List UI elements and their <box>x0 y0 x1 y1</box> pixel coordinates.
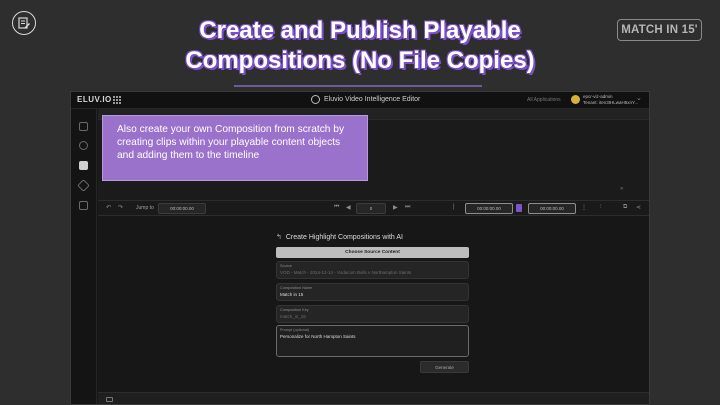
mark-in-icon[interactable] <box>516 204 522 212</box>
app-logo-icon <box>311 95 320 104</box>
composition-key-value: match_in_15 <box>280 314 306 319</box>
timecode-out-input[interactable]: 00:00:00.00 <box>528 203 576 214</box>
title-underline <box>234 85 482 87</box>
app-grid-icon[interactable] <box>113 96 121 104</box>
slide-title: Create and Publish Playable Compositions… <box>0 16 720 76</box>
open-external-icon[interactable]: ⧉ <box>623 204 627 211</box>
jump-to-label: Jump to <box>136 205 154 211</box>
avatar[interactable] <box>571 95 580 104</box>
expand-icon[interactable]: » <box>620 186 623 192</box>
all-applications-link[interactable]: All Applications <box>527 97 561 103</box>
generate-button[interactable]: Generate <box>420 361 469 373</box>
app-title-group: Eluvio Video Intelligence Editor <box>311 95 420 104</box>
timeline-toolbar: ↶ ↷ Jump to 00:00:00.00 ⏮ ◀ 0 ▶ ⏭ | 00:0… <box>98 200 649 216</box>
skip-back-icon[interactable]: ⏮ <box>334 204 339 211</box>
compose-icon[interactable] <box>79 161 88 170</box>
prompt-value: Personalize for North Hampton Saints <box>280 334 356 339</box>
callout-box: Also create your own Composition from sc… <box>102 115 368 181</box>
slide-title-line-2: Compositions (No File Copies) <box>185 47 535 74</box>
archive-icon[interactable] <box>79 201 88 210</box>
bottom-bar <box>98 392 649 404</box>
divider-icon: | <box>453 204 455 210</box>
back-arrow-icon[interactable]: ↰ <box>276 233 282 241</box>
keyboard-icon[interactable] <box>106 397 113 402</box>
dialog-header: ↰ Create Highlight Compositions with AI <box>276 233 403 242</box>
redo-icon[interactable]: ↷ <box>118 204 123 211</box>
dialog-title: Create Highlight Compositions with AI <box>285 233 403 241</box>
brand-logo[interactable]: ELUV.IO <box>77 95 112 104</box>
tag-icon[interactable] <box>77 179 90 192</box>
step-back-icon[interactable]: ◀ <box>346 204 351 211</box>
timecode-in-input[interactable]: 00:00:00.00 <box>465 203 513 214</box>
more-icon[interactable]: ⋮ <box>581 204 587 211</box>
prompt-field[interactable]: Prompt (optional) Personalize for North … <box>276 325 469 357</box>
grid-icon[interactable] <box>79 122 88 131</box>
step-forward-icon[interactable]: ▶ <box>393 204 398 211</box>
skip-forward-icon[interactable]: ⏭ <box>405 204 410 211</box>
composition-name-field[interactable]: Composition Name Match in 15 <box>276 283 469 301</box>
share-icon[interactable]: ⋖ <box>636 204 641 211</box>
source-value: VOD - Match - 2024-12-14 - Vodacom Bulls… <box>280 270 412 275</box>
user-menu[interactable]: epcr-viz-admin Tenant: iten3tHLwaH5xnY..… <box>583 94 638 106</box>
scissors-icon[interactable] <box>79 141 88 150</box>
app-title: Eluvio Video Intelligence Editor <box>324 96 421 103</box>
undo-icon[interactable]: ↶ <box>106 204 111 211</box>
composition-name-value: Match in 15 <box>280 292 304 297</box>
chevron-down-icon[interactable]: ⌄ <box>636 94 642 102</box>
slide: MATCH IN 15' Create and Publish Playable… <box>0 0 720 405</box>
sidebar <box>71 109 97 404</box>
composition-dialog: ↰ Create Highlight Compositions with AI … <box>98 216 649 392</box>
frame-input[interactable]: 0 <box>356 203 386 214</box>
user-tenant: Tenant: iten3tHLwaH5xnY... <box>583 100 639 105</box>
jump-to-input[interactable]: 00:00:00.00 <box>158 203 206 214</box>
source-field[interactable]: Source VOD - Match - 2024-12-14 - Vodaco… <box>276 261 469 279</box>
choose-source-button[interactable]: Choose Source Content <box>276 247 469 258</box>
slide-title-line-1: Create and Publish Playable <box>199 17 521 44</box>
app-top-bar: ELUV.IO Eluvio Video Intelligence Editor… <box>71 92 649 109</box>
composition-key-field[interactable]: Composition Key match_in_15 <box>276 305 469 323</box>
split-icon[interactable]: ⫶ <box>600 204 602 211</box>
